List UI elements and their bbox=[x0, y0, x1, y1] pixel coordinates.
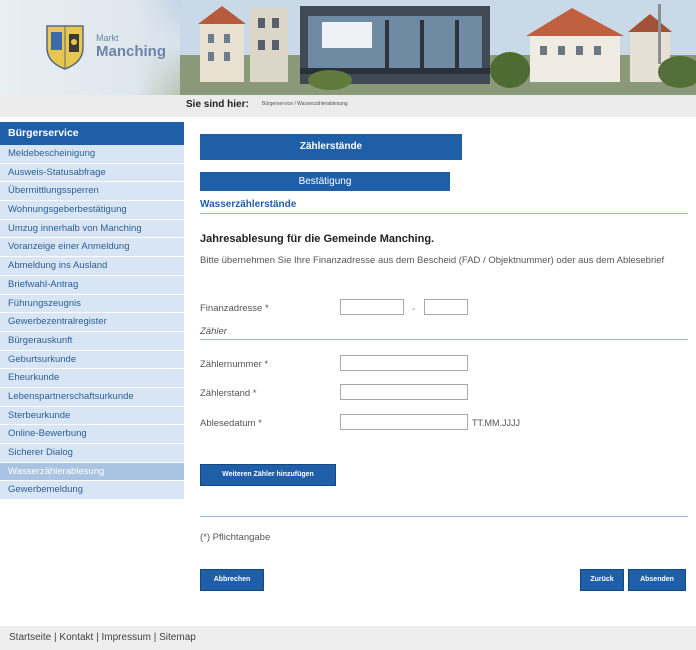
sidebar-item[interactable]: Wasserzählerablesung bbox=[0, 462, 184, 482]
finanzadresse-separator: - bbox=[412, 304, 416, 315]
breadcrumb-label: Sie sind hier: bbox=[186, 99, 249, 110]
sidebar-item[interactable]: Geburtsurkunde bbox=[0, 350, 184, 370]
breadcrumb-bar bbox=[0, 95, 696, 117]
zaehlerstand-label: Zählerstand * bbox=[200, 388, 257, 399]
sidebar-item[interactable]: Umzug innerhalb von Manching bbox=[0, 219, 184, 239]
add-meter-button[interactable]: Weiteren Zähler hinzufügen bbox=[200, 464, 336, 486]
form-headline: Jahresablesung für die Gemeinde Manching… bbox=[200, 233, 435, 245]
logo-markt-text: Markt bbox=[96, 33, 119, 43]
header-banner: Markt Manching bbox=[0, 0, 696, 95]
zaehlernummer-label: Zählernummer * bbox=[200, 359, 269, 370]
footer: Startseite | Kontakt | Impressum | Sitem… bbox=[0, 626, 696, 650]
section-label: Wasserzählerstände bbox=[200, 199, 297, 210]
sidebar-item[interactable]: Voranzeige einer Anmeldung bbox=[0, 238, 184, 258]
footer-separator: | bbox=[54, 632, 57, 643]
sidebar-item[interactable]: Gewerbezentralregister bbox=[0, 313, 184, 332]
breadcrumb[interactable]: Bürgerservice / Wasserzählerablesung bbox=[262, 101, 348, 107]
finanzadresse-label: Finanzadresse * bbox=[200, 303, 269, 314]
town-photo bbox=[180, 0, 696, 95]
sidebar-item[interactable]: Gewerbemeldung bbox=[0, 481, 184, 501]
sidebar-item[interactable]: Ausweis-Statusabfrage bbox=[0, 163, 184, 183]
sidebar-item[interactable]: Briefwahl-Antrag bbox=[0, 275, 184, 295]
meter-group-divider bbox=[200, 339, 688, 340]
sidebar-item[interactable]: Sicherer Dialog bbox=[0, 444, 184, 463]
ablesedatum-label: Ablesedatum * bbox=[200, 418, 262, 429]
form-divider bbox=[200, 516, 688, 517]
finanzadresse-field-1[interactable] bbox=[340, 299, 404, 315]
submit-button[interactable]: Absenden bbox=[628, 569, 686, 591]
sidebar-item[interactable]: Eheurkunde bbox=[0, 369, 184, 388]
footer-link-contact[interactable]: Kontakt bbox=[59, 632, 93, 643]
footer-link-imprint[interactable]: Impressum bbox=[102, 632, 151, 643]
sidebar-title[interactable]: Bürgerservice bbox=[0, 122, 184, 145]
required-note: (*) Pflichtangabe bbox=[200, 532, 271, 543]
meter-number-field[interactable] bbox=[340, 355, 468, 371]
municipal-crest-icon bbox=[46, 25, 84, 70]
reading-date-field[interactable] bbox=[340, 414, 468, 430]
form-intro-text: Bitte übernehmen Sie Ihre Finanzadresse … bbox=[200, 255, 665, 266]
date-format-hint: TT.MM.JJJJ bbox=[472, 418, 520, 428]
divider bbox=[200, 213, 688, 214]
sidebar-item[interactable]: Führungszeugnis bbox=[0, 294, 184, 314]
footer-link-home[interactable]: Startseite bbox=[9, 632, 51, 643]
meter-group-label: Zähler bbox=[200, 326, 227, 337]
sidebar-item[interactable]: Wohnungsgeberbestätigung bbox=[0, 201, 184, 220]
tab-confirmation[interactable]: Bestätigung bbox=[200, 172, 450, 191]
sidebar-item[interactable]: Meldebescheinigung bbox=[0, 145, 184, 164]
page-title: Zählerstände bbox=[200, 134, 462, 160]
sidebar-item[interactable]: Übermittlungssperren bbox=[0, 182, 184, 202]
sidebar-item[interactable]: Bürgerauskunft bbox=[0, 331, 184, 351]
sidebar: Bürgerservice Meldebescheinigung Ausweis-… bbox=[0, 122, 184, 501]
cancel-button[interactable]: Abbrechen bbox=[200, 569, 264, 591]
finanzadresse-field-2[interactable] bbox=[424, 299, 468, 315]
footer-separator: | bbox=[153, 632, 157, 643]
logo-name-text: Manching bbox=[96, 43, 166, 60]
footer-separator: | bbox=[96, 632, 99, 643]
back-button[interactable]: Zurück bbox=[580, 569, 624, 591]
sidebar-item[interactable]: Online-Bewerbung bbox=[0, 425, 184, 444]
meter-reading-field[interactable] bbox=[340, 384, 468, 400]
sidebar-item[interactable]: Lebenspartnerschaftsurkunde bbox=[0, 387, 184, 407]
sidebar-item[interactable]: Sterbeurkunde bbox=[0, 406, 184, 426]
sidebar-item[interactable]: Abmeldung ins Ausland bbox=[0, 257, 184, 276]
sidebar-menu: Meldebescheinigung Ausweis-Statusabfrage Ü… bbox=[0, 145, 184, 501]
footer-link-sitemap[interactable]: Sitemap bbox=[159, 632, 196, 643]
